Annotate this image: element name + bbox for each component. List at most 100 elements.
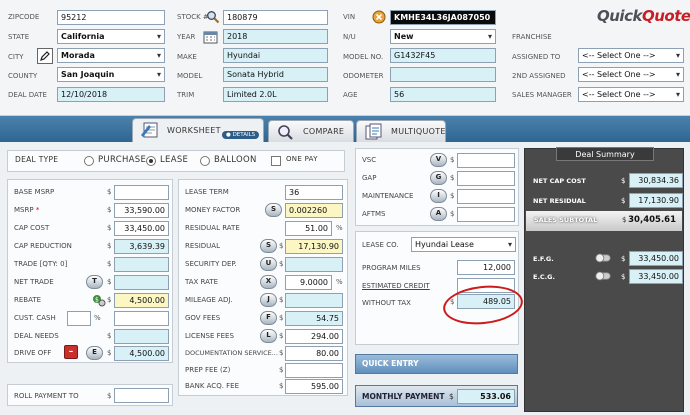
security-dep-field[interactable] bbox=[285, 257, 343, 272]
vsc-label[interactable]: VSC bbox=[362, 156, 376, 164]
model-field[interactable]: Sonata Hybrid bbox=[223, 67, 328, 82]
age-field[interactable]: 56 bbox=[390, 87, 496, 102]
aftms-key-a-icon[interactable]: A bbox=[430, 207, 447, 221]
cap-cost-field[interactable]: 33,450.00 bbox=[114, 221, 169, 236]
mileage-adj-field[interactable] bbox=[285, 293, 343, 308]
stock-field[interactable]: 180879 bbox=[223, 10, 328, 25]
year-field[interactable]: 2018 bbox=[223, 29, 328, 44]
aftms-field[interactable] bbox=[457, 207, 515, 222]
trade-key-t-icon[interactable]: T bbox=[86, 275, 103, 289]
required-marker: * bbox=[35, 206, 40, 214]
details-badge[interactable]: ● DETAILS bbox=[222, 131, 260, 139]
residual-rate-row: RESIDUAL RATE 51.00 % bbox=[179, 221, 349, 237]
security-key-u-icon[interactable]: U bbox=[260, 257, 277, 271]
monthly-payment-field[interactable]: 533.06 bbox=[457, 389, 515, 404]
prep-fee-field[interactable] bbox=[285, 363, 343, 378]
tax-key-x-icon[interactable]: X bbox=[260, 275, 277, 289]
gap-key-g-icon[interactable]: G bbox=[430, 171, 447, 185]
tax-rate-field[interactable]: 9.0000 bbox=[285, 275, 332, 290]
radio-purchase[interactable] bbox=[84, 156, 94, 166]
roll-payment-field[interactable] bbox=[114, 388, 169, 403]
rebate-money-icon[interactable]: $ bbox=[91, 292, 107, 308]
base-msrp-label: BASE MSRP bbox=[14, 188, 55, 196]
license-fees-field[interactable]: 294.00 bbox=[285, 329, 343, 344]
trade-field[interactable] bbox=[114, 257, 169, 272]
license-key-l-icon[interactable]: L bbox=[260, 329, 277, 343]
worksheet-icon bbox=[141, 122, 158, 138]
currency-symbol: $ bbox=[450, 210, 455, 218]
base-msrp-field[interactable] bbox=[114, 185, 169, 200]
calendar-icon[interactable] bbox=[202, 29, 218, 45]
cust-cash-label: CUST. CASH bbox=[14, 314, 56, 322]
doc-service-field[interactable]: 80.00 bbox=[285, 346, 343, 361]
currency-symbol: $ bbox=[279, 242, 284, 250]
drive-off-key-e-icon[interactable]: E bbox=[86, 346, 103, 360]
gov-fees-field[interactable]: 54.75 bbox=[285, 311, 343, 326]
vsc-field[interactable] bbox=[457, 153, 515, 168]
ecg-toggle-icon[interactable] bbox=[595, 268, 611, 284]
currency-symbol: $ bbox=[107, 188, 112, 196]
rebate-field[interactable]: 4,500.00 bbox=[114, 293, 169, 308]
money-factor-field[interactable]: 0.002260 bbox=[285, 203, 343, 218]
vin-decode-icon[interactable] bbox=[371, 9, 387, 25]
assigned-to-select[interactable]: <-- Select One --> bbox=[578, 48, 684, 63]
tab-multiquote[interactable]: MULTIQUOTE bbox=[356, 120, 446, 142]
ecg-label: E.C.G. bbox=[533, 273, 555, 281]
bank-acq-field[interactable]: 595.00 bbox=[285, 379, 343, 394]
deal-needs-field[interactable] bbox=[114, 329, 169, 344]
model-no-field[interactable]: G1432F45 bbox=[390, 48, 496, 63]
radio-balloon[interactable] bbox=[200, 156, 210, 166]
quick-entry-label: QUICK ENTRY bbox=[362, 359, 419, 368]
vsc-key-v-icon[interactable]: V bbox=[430, 153, 447, 167]
estimated-credit-label[interactable]: ESTIMATED CREDIT bbox=[362, 282, 430, 290]
city-select[interactable]: Morada bbox=[57, 48, 165, 63]
currency-symbol: $ bbox=[279, 314, 284, 322]
tab-worksheet-label: WORKSHEET bbox=[167, 126, 221, 135]
drive-off-field[interactable]: 4,500.00 bbox=[114, 346, 169, 361]
residual-field[interactable]: 17,130.90 bbox=[285, 239, 343, 254]
edit-city-icon[interactable] bbox=[37, 48, 53, 64]
tab-compare[interactable]: COMPARE bbox=[268, 120, 354, 142]
model-label: MODEL bbox=[177, 72, 203, 80]
cap-reduction-field[interactable]: 3,639.39 bbox=[114, 239, 169, 254]
mileage-key-j-icon[interactable]: J bbox=[260, 293, 277, 307]
net-trade-field[interactable] bbox=[114, 275, 169, 290]
vin-field[interactable]: KMHE34L36JA087050 bbox=[390, 10, 496, 25]
money-factor-key-s-icon[interactable]: S bbox=[265, 203, 282, 217]
maintenance-key-i-icon[interactable]: I bbox=[430, 189, 447, 203]
county-select[interactable]: San Joaquin bbox=[57, 67, 165, 82]
one-pay-checkbox[interactable] bbox=[271, 156, 281, 166]
odometer-field[interactable] bbox=[390, 67, 496, 82]
efg-toggle-icon[interactable] bbox=[595, 250, 611, 266]
lease-term-field[interactable]: 36 bbox=[285, 185, 343, 200]
residual-key-s-icon[interactable]: S bbox=[260, 239, 277, 253]
trim-field[interactable]: Limited 2.0L bbox=[223, 87, 328, 102]
residual-rate-field[interactable]: 51.00 bbox=[285, 221, 332, 236]
zipcode-field[interactable]: 95212 bbox=[57, 10, 165, 25]
deal-date-field[interactable]: 12/10/2018 bbox=[57, 87, 165, 102]
gap-field[interactable] bbox=[457, 171, 515, 186]
deal-type-bar: DEAL TYPE PURCHASE LEASE BALLOON ONE PAY bbox=[7, 150, 345, 172]
make-field[interactable]: Hyundai bbox=[223, 48, 328, 63]
minus-icon[interactable]: – bbox=[64, 345, 78, 359]
lease-co-select[interactable]: Hyundai Lease bbox=[411, 237, 516, 252]
aftms-label[interactable]: AFTMS bbox=[362, 210, 385, 218]
cust-cash-pct-field[interactable] bbox=[67, 311, 91, 326]
cap-reduction-row: CAP REDUCTION $ 3,639.39 bbox=[8, 239, 174, 255]
sales-manager-select[interactable]: <-- Select One --> bbox=[578, 87, 684, 102]
trade-label[interactable]: TRADE [QTY: 0] bbox=[14, 260, 67, 268]
new-used-select[interactable]: New bbox=[390, 29, 496, 44]
maintenance-field[interactable] bbox=[457, 189, 515, 204]
stock-search-icon[interactable] bbox=[205, 9, 221, 25]
gov-fees-key-f-icon[interactable]: F bbox=[260, 311, 277, 325]
program-miles-field[interactable]: 12,000 bbox=[457, 260, 515, 275]
radio-lease[interactable] bbox=[146, 156, 156, 166]
second-assigned-select[interactable]: <-- Select One --> bbox=[578, 67, 684, 82]
msrp-field[interactable]: 33,590.00 bbox=[114, 203, 169, 218]
cust-cash-row: CUST. CASH % bbox=[8, 311, 174, 327]
state-select[interactable]: California bbox=[57, 29, 165, 44]
cust-cash-field[interactable] bbox=[114, 311, 169, 326]
maintenance-label[interactable]: MAINTENANCE bbox=[362, 192, 413, 200]
gap-label[interactable]: GAP bbox=[362, 174, 376, 182]
quick-entry-button[interactable]: QUICK ENTRY bbox=[355, 354, 518, 374]
